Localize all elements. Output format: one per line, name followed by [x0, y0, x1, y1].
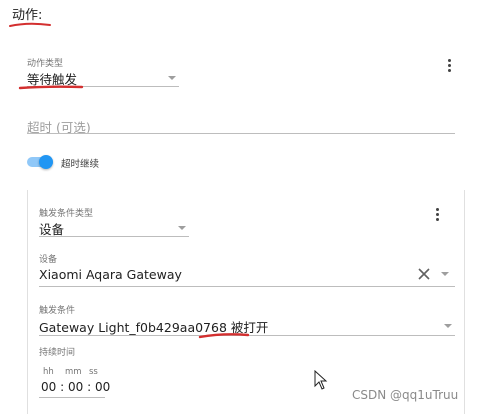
trigger-type-underline — [39, 236, 189, 237]
cursor-icon — [314, 370, 328, 390]
duration-sep: : — [87, 380, 95, 394]
duration-minutes[interactable]: 00 — [68, 380, 83, 394]
chevron-down-icon[interactable] — [441, 272, 449, 276]
chevron-down-icon[interactable] — [444, 324, 452, 328]
watermark: CSDN @qq1uTruu — [352, 388, 459, 402]
timeout-underline — [27, 133, 455, 134]
annotation-underline — [9, 22, 51, 27]
duration-input[interactable]: 00 : 00 : 00 — [41, 380, 110, 394]
duration-sep: : — [60, 380, 68, 394]
action-type-label: 动作类型 — [27, 59, 64, 69]
trigger-type-label: 触发条件类型 — [39, 209, 94, 219]
duration-unit-mm: mm — [65, 367, 82, 377]
chevron-down-icon[interactable] — [178, 226, 186, 230]
duration-seconds[interactable]: 00 — [95, 380, 110, 394]
device-label: 设备 — [39, 255, 58, 265]
duration-label: 持续时间 — [39, 348, 76, 358]
device-value: Xiaomi Aqara Gateway — [39, 267, 182, 282]
duration-unit-ss: ss — [89, 367, 98, 377]
action-menu-icon[interactable] — [448, 59, 452, 74]
trigger-type-select[interactable]: 设备 — [39, 219, 189, 237]
condition-label: 触发条件 — [39, 306, 76, 316]
annotation-underline — [18, 85, 84, 90]
annotation-underline — [198, 333, 250, 339]
trigger-menu-icon[interactable] — [436, 208, 440, 223]
duration-underline — [39, 397, 105, 398]
continue-toggle-knob[interactable] — [39, 155, 53, 169]
chevron-down-icon[interactable] — [168, 76, 176, 80]
clear-icon[interactable] — [418, 268, 430, 280]
continue-toggle-label: 超时继续 — [61, 159, 100, 170]
trigger-type-value: 设备 — [39, 222, 65, 237]
device-underline — [39, 286, 455, 287]
duration-hours[interactable]: 00 — [41, 380, 56, 394]
duration-unit-hh: hh — [43, 367, 54, 377]
device-select[interactable]: Xiaomi Aqara Gateway — [39, 267, 409, 285]
